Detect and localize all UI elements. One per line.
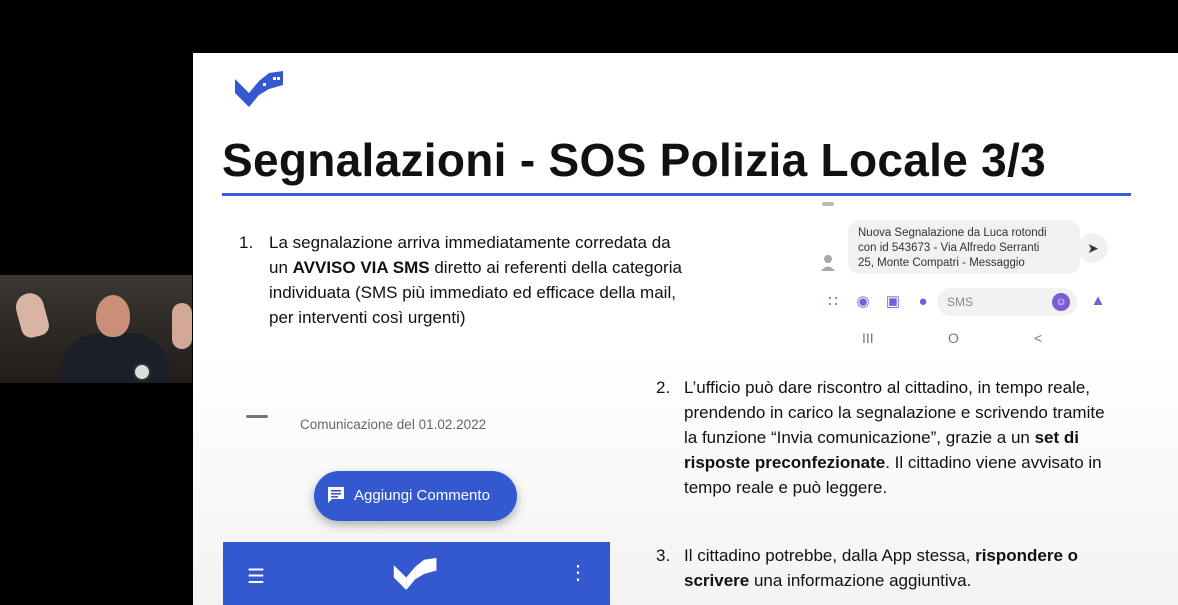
list-text: Il cittadino potrebbe, dalla App stessa,… xyxy=(684,543,1078,593)
sms-message-bubble: Nuova Segnalazione da Luca rotondi con i… xyxy=(848,220,1080,274)
text-line: un AVVISO VIA SMS diretto ai referenti d… xyxy=(269,258,682,277)
recent-apps-icon[interactable]: III xyxy=(862,330,874,346)
thumbs-up-icon[interactable]: ▲ xyxy=(1088,292,1108,312)
list-item-3: 3. Il cittadino potrebbe, dalla App stes… xyxy=(656,543,1171,598)
text-line: prendendo in carico la segnalazione e sc… xyxy=(684,403,1105,422)
hamburger-menu-icon[interactable]: ☰ xyxy=(247,564,267,589)
presenter-left-hand xyxy=(12,290,52,340)
slide-title: Segnalazioni - SOS Polizia Locale 3/3 xyxy=(222,134,1047,186)
city-logo-icon xyxy=(235,71,283,107)
drag-handle xyxy=(246,415,268,418)
contact-avatar-icon xyxy=(821,255,835,271)
presenter-body xyxy=(60,333,170,383)
app-logo-icon xyxy=(393,558,437,590)
presentation-slide: Segnalazioni - SOS Polizia Locale 3/3 1.… xyxy=(193,53,1178,605)
top-black-bar xyxy=(193,0,1178,53)
sms-screenshot: Nuova Segnalazione da Luca rotondi con i… xyxy=(808,198,1148,353)
camera-icon[interactable]: ◉ xyxy=(854,293,872,311)
list-item-2: 2. L’ufficio può dare riscontro al citta… xyxy=(656,375,1171,505)
presenter-head xyxy=(96,295,130,337)
back-icon[interactable]: < xyxy=(1034,330,1042,346)
text-line: tempo reale e può leggere. xyxy=(684,478,888,497)
text-line: per interventi così urgenti) xyxy=(269,308,466,327)
text-line: risposte preconfezionate. Il cittadino v… xyxy=(684,453,1102,472)
list-item-1: 1. La segnalazione arriva immediatamente… xyxy=(239,230,759,330)
list-text: La segnalazione arriva immediatamente co… xyxy=(269,230,682,330)
list-number: 3. xyxy=(656,546,671,565)
text-line: la funzione “Invia comunicazione”, grazi… xyxy=(684,428,1079,447)
text-line: Il cittadino potrebbe, dalla App stessa,… xyxy=(684,546,1079,565)
add-comment-label: Aggiungi Commento xyxy=(354,487,490,504)
presenter-right-hand xyxy=(172,303,192,349)
sms-line: Nuova Segnalazione da Luca rotondi xyxy=(858,227,1047,239)
text-line: La segnalazione arriva immediatamente co… xyxy=(269,233,671,252)
emoji-icon[interactable]: ☺ xyxy=(1052,293,1070,311)
presenter-badge xyxy=(133,363,151,381)
apps-icon[interactable]: ∷ xyxy=(824,293,842,311)
title-underline xyxy=(222,193,1131,196)
more-options-icon[interactable]: ⋮ xyxy=(568,560,588,585)
list-text: L’ufficio può dare riscontro al cittadin… xyxy=(684,375,1105,500)
sms-line: con id 543673 - Via Alfredo Serranti xyxy=(858,242,1040,254)
sms-line: 25, Monte Compatri - Messaggio xyxy=(858,257,1025,269)
avatar-fragment xyxy=(822,202,834,206)
add-comment-button[interactable]: Aggiungi Commento xyxy=(314,471,517,521)
text-line: L’ufficio può dare riscontro al cittadin… xyxy=(684,378,1091,397)
text-line: scrivere una informazione aggiuntiva. xyxy=(684,571,972,590)
share-icon[interactable]: ➤ xyxy=(1078,233,1108,263)
gallery-icon[interactable]: ▣ xyxy=(884,293,902,311)
communication-date-label: Comunicazione del 01.02.2022 xyxy=(300,417,487,432)
home-icon[interactable]: O xyxy=(948,330,959,346)
list-number: 2. xyxy=(656,378,671,397)
app-top-bar: ☰ ⋮ xyxy=(223,542,610,605)
mic-icon[interactable]: ● xyxy=(914,293,932,311)
list-number: 1. xyxy=(239,233,254,252)
text-line: individuata (SMS più immediato ed effica… xyxy=(269,283,676,302)
presenter-webcam xyxy=(0,275,192,383)
comment-icon xyxy=(328,487,344,503)
